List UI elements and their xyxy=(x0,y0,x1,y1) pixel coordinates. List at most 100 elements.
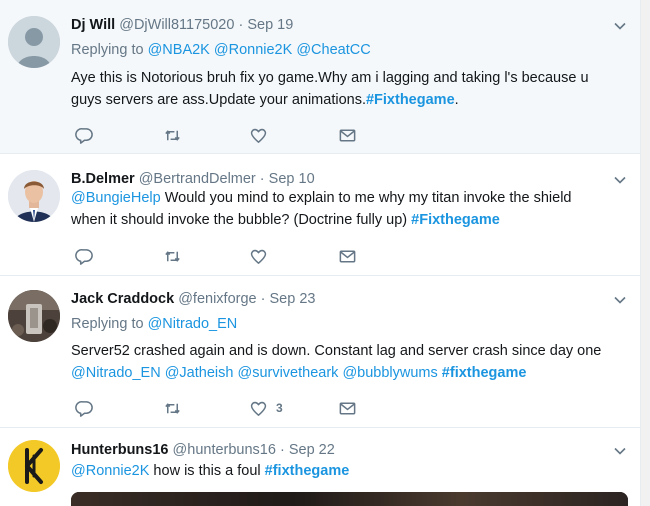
user-handle[interactable]: @fenixforge xyxy=(178,291,256,307)
retweet-icon xyxy=(165,129,180,141)
logo-avatar xyxy=(8,440,60,492)
reply-button[interactable] xyxy=(75,246,94,266)
profile-photo xyxy=(8,290,60,342)
media-preview[interactable] xyxy=(71,492,628,506)
like-icon xyxy=(250,128,267,143)
display-name[interactable]: Dj Will xyxy=(71,17,115,33)
display-name[interactable]: Jack Craddock xyxy=(71,291,174,307)
direct-message-icon xyxy=(339,402,356,414)
like-button[interactable] xyxy=(249,246,276,266)
tweet-text-line: @BungieHelp Would you mind to explain to… xyxy=(71,187,631,209)
avatar[interactable] xyxy=(8,170,60,222)
retweet-icon xyxy=(165,250,180,262)
separator-dot: · xyxy=(279,442,285,458)
tweet-text: @BungieHelp Would you mind to explain to… xyxy=(71,187,631,231)
direct-message-icon xyxy=(339,250,356,262)
user-handle[interactable]: @DjWill81175020 xyxy=(119,17,234,33)
scrollbar[interactable] xyxy=(641,0,650,506)
tweet-header: Jack Craddock @fenixforge · Sep 23 xyxy=(71,290,315,308)
display-name[interactable]: B.Delmer xyxy=(71,171,135,187)
tweet-text-segment: how is this a foul xyxy=(149,463,265,479)
mention-link[interactable]: @bubblywums xyxy=(342,365,437,381)
profile-photo xyxy=(8,170,60,222)
replying-to: Replying to @Nitrado_EN xyxy=(71,315,237,333)
replying-to-label: Replying to xyxy=(71,316,144,332)
tweet-text-line: @Ronnie2K how is this a foul #fixthegame xyxy=(71,460,631,482)
timestamp[interactable]: Sep 22 xyxy=(289,442,335,458)
replying-to-label: Replying to xyxy=(71,42,144,58)
mention-link[interactable]: @Jatheish xyxy=(165,365,234,381)
direct-message-button[interactable] xyxy=(338,398,357,418)
tweet-text-line: Server52 crashed again and is down. Cons… xyxy=(71,343,602,359)
avatar[interactable] xyxy=(8,290,60,342)
tweet-header: B.Delmer @BertrandDelmer · Sep 10 xyxy=(71,170,315,188)
separator-dot: · xyxy=(238,17,244,33)
hashtag-link[interactable]: #Fixthegame xyxy=(411,212,500,228)
retweet-button[interactable] xyxy=(163,246,182,266)
direct-message-button[interactable] xyxy=(338,246,357,266)
mention-link[interactable]: @BungieHelp xyxy=(71,190,161,206)
mention-link[interactable]: @Ronnie2K xyxy=(71,463,149,479)
display-name[interactable]: Hunterbuns16 xyxy=(71,442,169,458)
mention-link[interactable]: @Nitrado_EN xyxy=(71,365,161,381)
direct-message-icon xyxy=(339,129,356,141)
retweet-icon xyxy=(165,402,180,414)
tweet-text-line: @Nitrado_EN @Jatheish @survivetheark @bu… xyxy=(71,362,631,384)
tweet-actions: 3 xyxy=(71,398,371,418)
mention-link[interactable]: @NBA2K xyxy=(148,42,210,58)
tweet[interactable]: Jack Craddock @fenixforge · Sep 23 Reply… xyxy=(0,276,640,428)
mention-link[interactable]: @survivetheark xyxy=(237,365,338,381)
tweet-text-line: when it should invoke the bubble? (Doctr… xyxy=(71,209,631,231)
user-handle[interactable]: @hunterbuns16 xyxy=(173,442,276,458)
timestamp[interactable]: Sep 10 xyxy=(269,171,315,187)
avatar-default[interactable] xyxy=(8,16,60,68)
like-button[interactable]: 3 xyxy=(249,398,283,418)
replying-to: Replying to @NBA2K @Ronnie2K @CheatCC xyxy=(71,41,371,59)
reply-icon xyxy=(75,127,93,144)
timestamp[interactable]: Sep 23 xyxy=(270,291,316,307)
separator-dot: · xyxy=(260,291,266,307)
mention-link[interactable]: @CheatCC xyxy=(296,42,370,58)
tweet-text-segment: . xyxy=(454,92,459,108)
reply-icon xyxy=(75,400,93,417)
tweet-text-segment: Would you mind to explain to me why my t… xyxy=(160,190,572,206)
tweet-text: @Ronnie2K how is this a foul #fixthegame xyxy=(71,460,631,482)
like-icon xyxy=(250,401,267,416)
tweet[interactable]: B.Delmer @BertrandDelmer · Sep 10 @Bungi… xyxy=(0,154,640,276)
chevron-down-icon[interactable] xyxy=(613,19,627,33)
hashtag-link[interactable]: #Fixthegame xyxy=(366,92,455,108)
tweet-actions xyxy=(71,246,371,266)
tweet-text: Server52 crashed again and is down. Cons… xyxy=(71,340,631,384)
tweet-text-line: guys servers are ass.Update your animati… xyxy=(71,89,631,111)
reply-button[interactable] xyxy=(75,398,94,418)
timestamp[interactable]: Sep 19 xyxy=(247,17,293,33)
mention-link[interactable]: @Nitrado_EN xyxy=(148,316,238,332)
tweet-header: Hunterbuns16 @hunterbuns16 · Sep 22 xyxy=(71,441,335,459)
tweet-text-segment: when it should invoke the bubble? (Doctr… xyxy=(71,212,412,228)
like-button[interactable] xyxy=(249,125,276,145)
tweet-text-segment: guys servers are ass.Update your animati… xyxy=(71,92,366,108)
chevron-down-icon[interactable] xyxy=(613,444,627,458)
chevron-down-icon[interactable] xyxy=(613,293,627,307)
hashtag-link[interactable]: #fixthegame xyxy=(442,365,527,381)
retweet-button[interactable] xyxy=(163,125,182,145)
reply-button[interactable] xyxy=(75,125,94,145)
timeline-feed: Dj Will @DjWill81175020 · Sep 19 Replyin… xyxy=(0,0,641,506)
tweet-text: Aye this is Notorious bruh fix yo game.W… xyxy=(71,67,631,111)
reply-icon xyxy=(75,248,93,265)
tweet-text-line: Aye this is Notorious bruh fix yo game.W… xyxy=(71,70,589,86)
tweet-actions xyxy=(71,125,371,145)
chevron-down-icon[interactable] xyxy=(613,173,627,187)
tweet-header: Dj Will @DjWill81175020 · Sep 19 xyxy=(71,16,293,34)
default-avatar-icon xyxy=(8,16,60,68)
like-icon xyxy=(250,249,267,264)
retweet-button[interactable] xyxy=(163,398,182,418)
mention-link[interactable]: @Ronnie2K xyxy=(214,42,292,58)
tweet[interactable]: Dj Will @DjWill81175020 · Sep 19 Replyin… xyxy=(0,0,640,154)
user-handle[interactable]: @BertrandDelmer xyxy=(139,171,256,187)
separator-dot: · xyxy=(259,171,265,187)
direct-message-button[interactable] xyxy=(338,125,357,145)
avatar[interactable] xyxy=(8,440,60,492)
like-count: 3 xyxy=(276,401,283,415)
hashtag-link[interactable]: #fixthegame xyxy=(265,463,350,479)
